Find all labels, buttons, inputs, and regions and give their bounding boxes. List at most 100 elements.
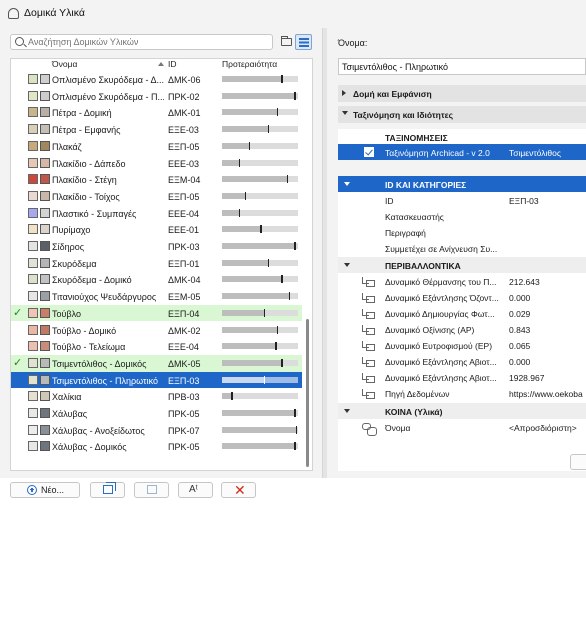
priority-bar[interactable] [222,325,298,334]
common-name-value[interactable]: <Απροσδιόριστη> [509,423,577,433]
property-label: Πηγή Δεδομένων [385,389,450,399]
table-row[interactable]: Πέτρα - Δομική ΔΜΚ-01 [11,104,302,121]
priority-bar[interactable] [222,442,298,451]
table-row[interactable]: Τιτανιούχος Ψευδάργυρος ΕΞΜ-05 [11,288,302,305]
duplicate-button[interactable] [90,482,125,498]
priority-bar[interactable] [222,342,298,351]
priority-bar[interactable] [222,75,298,83]
property-value[interactable]: 1928.967 [509,373,544,383]
group-common[interactable]: ΚΟΙΝΑ (Υλικά) [338,403,586,419]
environmental-property-row[interactable]: Δυναμικό Ευτροφισμού (EP) 0.065 [338,337,586,353]
table-row[interactable]: Χάλυβας - Δομικός ΠΡΚ-05 [11,438,302,455]
priority-bar[interactable] [222,409,298,417]
priority-bar[interactable] [222,208,298,217]
common-name-row[interactable]: Όνομα <Απροσδιόριστη> [338,419,586,436]
priority-bar[interactable] [222,292,298,301]
table-row[interactable]: Πέτρα - Εμφανής ΕΞΕ-03 [11,121,302,138]
table-row[interactable]: Τσιμεντόλιθος - Πληρωτικό ΕΞΠ-03 [11,371,302,389]
table-scrollbar[interactable] [306,319,309,467]
priority-bar[interactable] [222,275,298,284]
environmental-property-row[interactable]: Δυναμικό Θέρμανσης του Π... 212.643 [338,273,586,289]
property-row[interactable]: Κατασκευαστής [338,208,586,224]
delete-button[interactable]: ✕ [221,482,256,498]
table-row[interactable]: Πλακάζ ΕΞΠ-05 [11,138,302,155]
search-input[interactable] [28,36,268,48]
table-row[interactable]: Πλαστικό - Συμπαγές ΕΕΕ-04 [11,205,302,222]
name-input[interactable] [342,62,582,72]
classification-row[interactable]: Ταξινόμηση Archicad - v 2.0 Τσιμεντόλιθο… [338,144,586,160]
property-row[interactable]: Συμμετέχει σε Ανίχνευση Συ... [338,240,586,256]
classification-checkbox[interactable] [364,147,374,157]
group-id-categories[interactable]: ID ΚΑΙ ΚΑΤΗΓΟΡΙΕΣ [338,176,586,192]
property-value[interactable]: 0.000 [509,357,530,367]
section-structure-appearance[interactable]: Δομή και Εμφάνιση [338,85,586,102]
material-pattern-swatch [28,324,38,335]
property-value[interactable]: 0.029 [509,309,530,319]
material-id: ΕΞΜ-05 [168,292,201,303]
priority-marker [276,108,279,117]
table-row[interactable]: Πλακίδιο - Τοίχος ΕΞΠ-05 [11,188,302,205]
import-button[interactable] [134,482,169,498]
environmental-property-row[interactable]: Δυναμικό Εξάντλησης Αβιοτ... 1928.967 [338,369,586,385]
environmental-property-row[interactable]: Πηγή Δεδομένων https://www.oekoba [338,385,586,401]
property-value[interactable]: 0.065 [509,341,530,351]
table-row[interactable]: ✓ Τούβλο ΕΞΠ-04 [11,304,302,322]
table-row[interactable]: Τούβλο - Δομικό ΔΜΚ-02 [11,322,302,339]
environmental-property-row[interactable]: Δυναμικό Εξάντλησης Αβιοτ... 0.000 [338,353,586,369]
details-action-button[interactable] [570,454,586,470]
column-header-priority[interactable]: Προτεραιότητα [222,59,277,69]
table-row[interactable]: Σκυρόδεμα ΕΞΠ-01 [11,255,302,272]
table-row[interactable]: Χαλίκια ΠΡΒ-03 [11,388,302,405]
classification-value[interactable]: Τσιμεντόλιθος [509,148,561,158]
property-row[interactable]: Περιγραφή [338,224,586,240]
search-box[interactable] [10,34,273,50]
priority-bar[interactable] [222,375,298,384]
name-field[interactable] [338,58,586,75]
priority-bar[interactable] [222,258,298,267]
section-classification-properties[interactable]: Ταξινόμηση και Ιδιότητες [338,106,586,123]
priority-bar[interactable] [222,242,298,250]
table-row[interactable]: Σίδηρος ΠΡΚ-03 [11,238,302,255]
priority-bar[interactable] [222,175,298,184]
priority-bar[interactable] [222,141,298,150]
property-value[interactable]: ΕΞΠ-03 [509,196,539,206]
table-row[interactable]: Χάλυβας - Ανοξείδωτος ΠΡΚ-07 [11,422,302,439]
priority-bar[interactable] [222,191,298,200]
priority-bar[interactable] [222,91,298,100]
property-value[interactable]: 212.643 [509,277,540,287]
rename-button[interactable]: Aᵗ [178,482,213,498]
folder-view-button[interactable] [278,34,295,50]
table-row[interactable]: ✓ Τσιμεντόλιθος - Δομικός ΔΜΚ-05 [11,354,302,372]
list-view-button[interactable] [295,34,312,50]
common-name-label: Όνομα [385,423,411,433]
property-row[interactable]: ID ΕΞΠ-03 [338,192,586,208]
priority-bar[interactable] [222,108,298,117]
table-row[interactable]: Πλακίδιο - Δάπεδο ΕΕΕ-03 [11,155,302,172]
new-material-button[interactable]: Νέο... [10,482,80,498]
table-row[interactable]: Σκυρόδεμα - Δομικό ΔΜΚ-04 [11,271,302,288]
column-header-name[interactable]: Όνομα [52,59,77,69]
environmental-property-row[interactable]: Δυναμικό Δημιουργίας Φωτ... 0.029 [338,305,586,321]
table-row[interactable]: Χάλυβας ΠΡΚ-05 [11,405,302,422]
table-row[interactable]: Οπλισμένο Σκυρόδεμα - Π... ΠΡΚ-02 [11,88,302,105]
column-header-id[interactable]: ID [168,59,177,69]
table-row[interactable]: Πυρίμαχο ΕΕΕ-01 [11,221,302,238]
property-value[interactable]: https://www.oekoba [509,389,583,399]
table-row[interactable]: Τούβλο - Τελείωμα ΕΞΕ-04 [11,338,302,355]
priority-bar[interactable] [222,392,298,401]
priority-bar[interactable] [222,425,298,434]
priority-bar[interactable] [222,308,298,317]
table-row[interactable]: Οπλισμένο Σκυρόδεμα - Δ... ΔΜΚ-06 [11,71,302,88]
priority-bar[interactable] [222,358,298,367]
table-row[interactable]: Πλακίδιο - Στέγη ΕΞΜ-04 [11,171,302,188]
priority-bar[interactable] [222,158,298,167]
material-id: ΕΕΕ-03 [168,158,200,169]
property-value[interactable]: 0.000 [509,293,530,303]
environmental-property-row[interactable]: Δυναμικό Οξίνισης (AP) 0.843 [338,321,586,337]
property-value[interactable]: 0.843 [509,325,530,335]
environmental-property-row[interactable]: Δυναμικό Εξάντλησης Όζοντ... 0.000 [338,289,586,305]
priority-bar[interactable] [222,125,298,134]
priority-bar[interactable] [222,225,298,234]
group-environmental[interactable]: ΠΕΡΙΒΑΛΛΟΝΤΙΚΑ [338,257,586,273]
link-icon [362,423,377,436]
